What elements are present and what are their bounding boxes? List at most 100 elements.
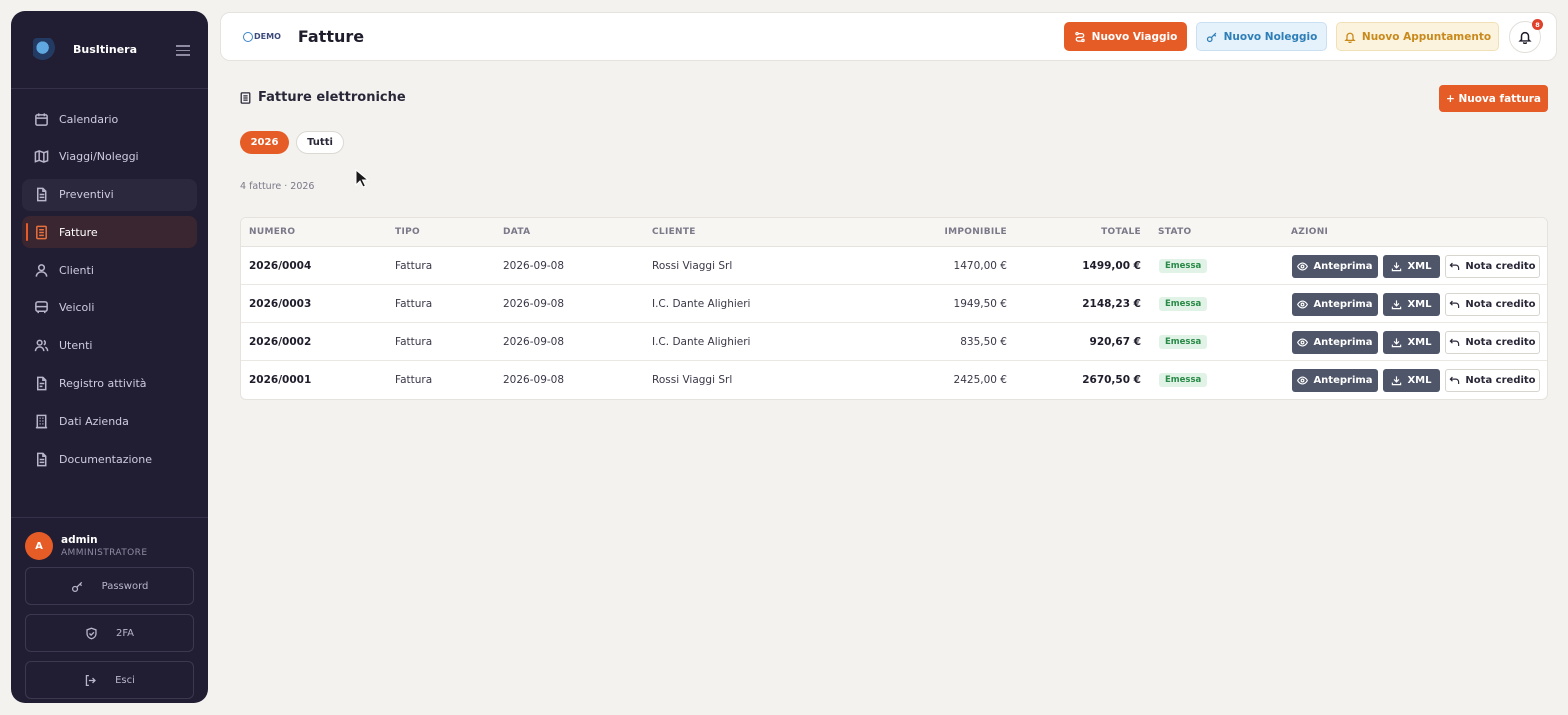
section-title: Fatture elettroniche [240, 90, 406, 105]
key-icon [1206, 32, 1216, 42]
bell-icon [1518, 31, 1532, 44]
column-header-tipo[interactable]: TIPO [395, 227, 420, 237]
status-badge: Emessa [1159, 335, 1208, 349]
brand: BusItinera [11, 11, 208, 89]
xml-download-button[interactable]: XML [1383, 293, 1440, 316]
column-header-totale[interactable]: TOTALE [1101, 227, 1141, 237]
new-trip-label: Nuovo Viaggio [1091, 30, 1178, 43]
new-appointment-label: Nuovo Appuntamento [1361, 30, 1492, 43]
eye-icon [1297, 376, 1309, 385]
preview-button[interactable]: Anteprima [1292, 255, 1378, 278]
credit-note-button[interactable]: Nota credito [1445, 331, 1540, 354]
sidebar-item-preventivi[interactable]: Preventivi [22, 178, 197, 211]
logout-button[interactable]: Esci [25, 661, 194, 699]
cell-numero: 2026/0003 [249, 298, 312, 310]
brand-logo [33, 37, 57, 62]
twofa-button[interactable]: 2FA [25, 614, 194, 652]
twofa-label: 2FA [115, 627, 135, 639]
undo-icon [1449, 262, 1460, 270]
column-header-data[interactable]: DATA [503, 227, 530, 237]
sidebar-item-clienti[interactable]: Clienti [22, 254, 197, 286]
top-bar: DEMO Fatture Nuovo Viaggio Nuovo Noleggi… [220, 12, 1557, 61]
menu-toggle-icon[interactable] [176, 45, 190, 59]
cell-tipo: Fattura [395, 336, 433, 348]
filter-2026[interactable]: 2026 [240, 131, 289, 154]
logout-label: Esci [115, 674, 135, 686]
sidebar-item-documentazione[interactable]: Documentazione [22, 443, 197, 475]
credit-note-label: Nota credito [1465, 261, 1536, 272]
table-row[interactable]: 2026/0002 Fattura 2026-09-08 I.C. Dante … [241, 323, 1547, 361]
download-icon [1392, 338, 1402, 348]
sidebar-item-registro[interactable]: Registro attività [22, 368, 197, 400]
download-icon [1392, 376, 1402, 386]
preview-button[interactable]: Anteprima [1292, 293, 1378, 316]
xml-label: XML [1407, 375, 1432, 386]
table-row[interactable]: 2026/0001 Fattura 2026-09-08 Rossi Viagg… [241, 361, 1547, 399]
sidebar-item-viaggi[interactable]: Viaggi/Noleggi [22, 141, 197, 173]
bell-icon [1344, 32, 1356, 43]
xml-download-button[interactable]: XML [1383, 255, 1440, 278]
credit-note-button[interactable]: Nota credito [1445, 255, 1540, 278]
sidebar: BusItinera Calendario Viaggi/Noleggi Pre… [11, 11, 208, 703]
xml-label: XML [1407, 337, 1432, 348]
sidebar-nav: Calendario Viaggi/Noleggi Preventivi Fat… [11, 89, 208, 475]
sidebar-item-label: Fatture [59, 225, 98, 239]
sidebar-item-fatture[interactable]: Fatture [22, 216, 197, 249]
preview-button[interactable]: Anteprima [1292, 369, 1378, 392]
invoice-count: 4 fatture · 2026 [240, 181, 315, 192]
docs-icon [33, 451, 49, 467]
password-button[interactable]: Password [25, 567, 194, 605]
column-header-imponibile[interactable]: IMPONIBILE [944, 227, 1007, 237]
xml-download-button[interactable]: XML [1383, 331, 1440, 354]
cell-totale: 2670,50 € [1082, 374, 1141, 386]
filter-tutti[interactable]: Tutti [296, 131, 344, 154]
sidebar-item-label: Clienti [59, 263, 94, 277]
shield-icon [86, 627, 97, 639]
preview-label: Anteprima [1313, 261, 1373, 272]
user-panel: A admin AMMINISTRATORE Password 2FA Esci [11, 517, 208, 699]
table-row[interactable]: 2026/0003 Fattura 2026-09-08 I.C. Dante … [241, 285, 1547, 323]
cell-numero: 2026/0004 [249, 260, 312, 272]
status-badge: Emessa [1159, 259, 1208, 273]
cell-cliente: I.C. Dante Alighieri [652, 298, 751, 310]
sidebar-item-calendario[interactable]: Calendario [22, 103, 197, 135]
download-icon [1392, 262, 1402, 272]
sidebar-item-label: Dati Azienda [59, 414, 129, 428]
sidebar-item-label: Registro attività [59, 377, 147, 391]
sidebar-item-utenti[interactable]: Utenti [22, 330, 197, 362]
preview-label: Anteprima [1313, 375, 1373, 386]
eye-icon [1297, 300, 1309, 309]
new-appointment-button[interactable]: Nuovo Appuntamento [1336, 22, 1499, 51]
cell-totale: 920,67 € [1089, 336, 1141, 348]
credit-note-label: Nota credito [1465, 337, 1536, 348]
demo-badge: DEMO [243, 31, 281, 42]
cell-tipo: Fattura [395, 260, 433, 272]
notifications-button[interactable]: 8 [1509, 19, 1543, 53]
key-icon [71, 581, 82, 592]
cell-tipo: Fattura [395, 374, 433, 386]
new-invoice-button[interactable]: + Nuova fattura [1439, 85, 1548, 112]
cell-tipo: Fattura [395, 298, 433, 310]
new-rental-label: Nuovo Noleggio [1223, 30, 1318, 43]
credit-note-button[interactable]: Nota credito [1445, 369, 1540, 392]
cell-cliente: I.C. Dante Alighieri [652, 336, 751, 348]
new-trip-button[interactable]: Nuovo Viaggio [1064, 22, 1187, 51]
credit-note-button[interactable]: Nota credito [1445, 293, 1540, 316]
credit-note-label: Nota credito [1465, 299, 1536, 310]
column-header-stato[interactable]: STATO [1158, 227, 1191, 237]
sidebar-item-veicoli[interactable]: Veicoli [22, 292, 197, 324]
xml-download-button[interactable]: XML [1383, 369, 1440, 392]
column-header-cliente[interactable]: CLIENTE [652, 227, 696, 237]
globe-icon [243, 31, 253, 42]
invoice-icon [240, 91, 251, 104]
preview-button[interactable]: Anteprima [1292, 331, 1378, 354]
sidebar-item-dati-azienda[interactable]: Dati Azienda [22, 405, 197, 437]
column-header-numero[interactable]: NUMERO [249, 227, 295, 237]
map-icon [33, 149, 49, 165]
document-icon [33, 187, 49, 203]
table-row[interactable]: 2026/0004 Fattura 2026-09-08 Rossi Viagg… [241, 247, 1547, 285]
new-rental-button[interactable]: Nuovo Noleggio [1196, 22, 1327, 51]
cell-cliente: Rossi Viaggi Srl [652, 260, 733, 272]
xml-label: XML [1407, 299, 1432, 310]
user-info: A admin AMMINISTRATORE [25, 532, 194, 560]
